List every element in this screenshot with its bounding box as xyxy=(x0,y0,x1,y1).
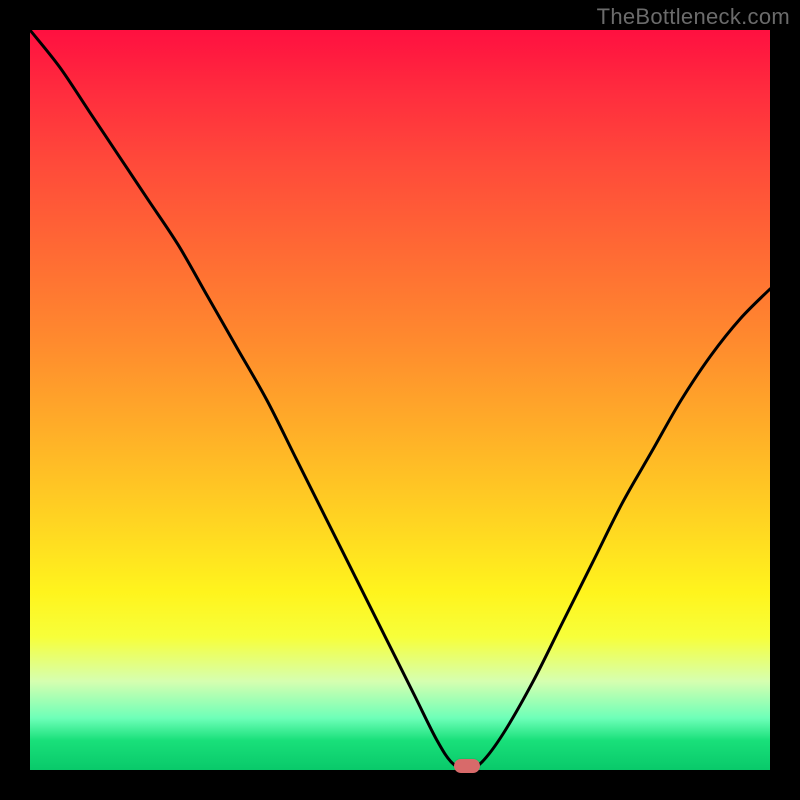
optimum-marker xyxy=(454,759,480,773)
bottleneck-curve xyxy=(30,30,770,770)
chart-frame: TheBottleneck.com xyxy=(0,0,800,800)
plot-area xyxy=(30,30,770,770)
watermark-text: TheBottleneck.com xyxy=(597,4,790,30)
